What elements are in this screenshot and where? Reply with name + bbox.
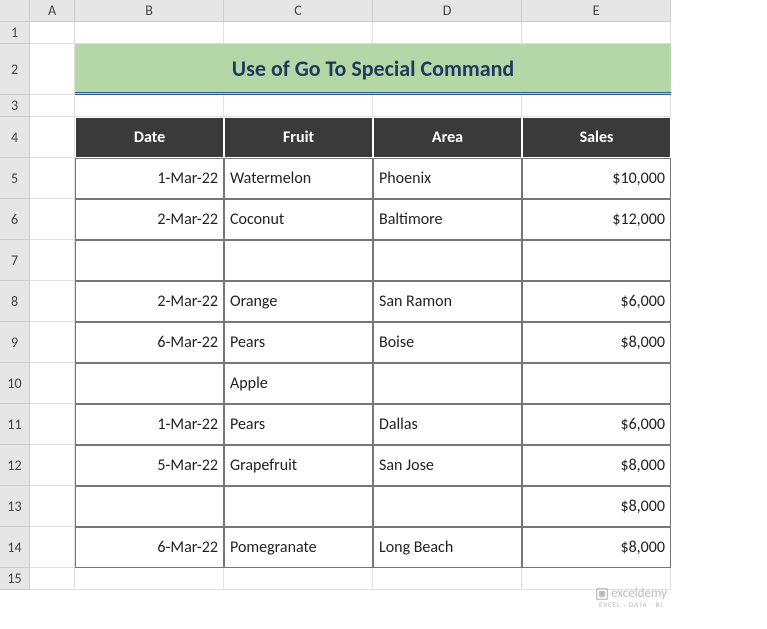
cell-date-7[interactable] — [75, 240, 224, 281]
watermark-tagline: EXCEL · DATA · BI — [595, 601, 667, 609]
row-header-5[interactable]: 5 — [0, 158, 30, 199]
col-header-e[interactable]: E — [522, 0, 671, 22]
cell-area-12[interactable]: San Jose — [373, 445, 522, 486]
row-header-11[interactable]: 11 — [0, 404, 30, 445]
row-header-13[interactable]: 13 — [0, 486, 30, 527]
cell-a3[interactable] — [30, 95, 75, 117]
table-header-area[interactable]: Area — [373, 117, 522, 158]
cell-fruit-12[interactable]: Grapefruit — [224, 445, 373, 486]
cell-a13[interactable] — [30, 486, 75, 527]
cell-date-10[interactable] — [75, 363, 224, 404]
table-header-fruit[interactable]: Fruit — [224, 117, 373, 158]
cell-sales-12[interactable]: $8,000 — [522, 445, 671, 486]
cell-area-13[interactable] — [373, 486, 522, 527]
cell-fruit-11[interactable]: Pears — [224, 404, 373, 445]
row-header-15[interactable]: 15 — [0, 568, 30, 590]
cell-a8[interactable] — [30, 281, 75, 322]
cell-a12[interactable] — [30, 445, 75, 486]
cell-date-13[interactable] — [75, 486, 224, 527]
watermark: exceldemy EXCEL · DATA · BI — [595, 587, 667, 609]
cell-date-6[interactable]: 2-Mar-22 — [75, 199, 224, 240]
cell-a1[interactable] — [30, 22, 75, 44]
cell-date-9[interactable]: 6-Mar-22 — [75, 322, 224, 363]
row-header-14[interactable]: 14 — [0, 527, 30, 568]
cell-date-8[interactable]: 2-Mar-22 — [75, 281, 224, 322]
cell-sales-8[interactable]: $6,000 — [522, 281, 671, 322]
row-header-3[interactable]: 3 — [0, 95, 30, 117]
cell-fruit-6[interactable]: Coconut — [224, 199, 373, 240]
cell-a6[interactable] — [30, 199, 75, 240]
select-all-corner[interactable] — [0, 0, 30, 22]
table-header-date[interactable]: Date — [75, 117, 224, 158]
spreadsheet-grid: A B C D E 1 2 Use of Go To Special Comma… — [0, 0, 767, 590]
cell-c1[interactable] — [224, 22, 373, 44]
title-banner[interactable]: Use of Go To Special Command — [75, 44, 671, 95]
cell-fruit-10[interactable]: Apple — [224, 363, 373, 404]
cell-a11[interactable] — [30, 404, 75, 445]
cell-sales-11[interactable]: $6,000 — [522, 404, 671, 445]
cell-a2[interactable] — [30, 44, 75, 95]
row-header-1[interactable]: 1 — [0, 22, 30, 44]
cell-area-7[interactable] — [373, 240, 522, 281]
cell-sales-9[interactable]: $8,000 — [522, 322, 671, 363]
cell-e3[interactable] — [522, 95, 671, 117]
cell-c15[interactable] — [224, 568, 373, 590]
row-header-9[interactable]: 9 — [0, 322, 30, 363]
cell-fruit-9[interactable]: Pears — [224, 322, 373, 363]
cell-sales-13[interactable]: $8,000 — [522, 486, 671, 527]
cell-fruit-14[interactable]: Pomegranate — [224, 527, 373, 568]
cell-fruit-5[interactable]: Watermelon — [224, 158, 373, 199]
row-header-10[interactable]: 10 — [0, 363, 30, 404]
cell-fruit-8[interactable]: Orange — [224, 281, 373, 322]
cell-sales-5[interactable]: $10,000 — [522, 158, 671, 199]
cell-e15[interactable] — [522, 568, 671, 590]
cell-c3[interactable] — [224, 95, 373, 117]
row-header-8[interactable]: 8 — [0, 281, 30, 322]
col-header-a[interactable]: A — [30, 0, 75, 22]
cell-area-6[interactable]: Baltimore — [373, 199, 522, 240]
cell-a15[interactable] — [30, 568, 75, 590]
cell-b15[interactable] — [75, 568, 224, 590]
cell-date-12[interactable]: 5-Mar-22 — [75, 445, 224, 486]
col-header-d[interactable]: D — [373, 0, 522, 22]
cell-area-14[interactable]: Long Beach — [373, 527, 522, 568]
cell-d15[interactable] — [373, 568, 522, 590]
cell-b1[interactable] — [75, 22, 224, 44]
cell-a10[interactable] — [30, 363, 75, 404]
row-header-7[interactable]: 7 — [0, 240, 30, 281]
cell-date-11[interactable]: 1-Mar-22 — [75, 404, 224, 445]
cell-area-11[interactable]: Dallas — [373, 404, 522, 445]
cell-sales-6[interactable]: $12,000 — [522, 199, 671, 240]
row-header-4[interactable]: 4 — [0, 117, 30, 158]
cell-sales-7[interactable] — [522, 240, 671, 281]
cell-e1[interactable] — [522, 22, 671, 44]
col-header-b[interactable]: B — [75, 0, 224, 22]
row-header-12[interactable]: 12 — [0, 445, 30, 486]
cell-a14[interactable] — [30, 527, 75, 568]
cell-sales-10[interactable] — [522, 363, 671, 404]
cell-area-8[interactable]: San Ramon — [373, 281, 522, 322]
cell-fruit-7[interactable] — [224, 240, 373, 281]
col-header-c[interactable]: C — [224, 0, 373, 22]
cell-a4[interactable] — [30, 117, 75, 158]
row-header-2[interactable]: 2 — [0, 44, 30, 95]
cell-a9[interactable] — [30, 322, 75, 363]
cell-d1[interactable] — [373, 22, 522, 44]
cell-sales-14[interactable]: $8,000 — [522, 527, 671, 568]
cell-area-9[interactable]: Boise — [373, 322, 522, 363]
cell-b3[interactable] — [75, 95, 224, 117]
table-header-sales[interactable]: Sales — [522, 117, 671, 158]
cell-d3[interactable] — [373, 95, 522, 117]
cell-a5[interactable] — [30, 158, 75, 199]
cell-fruit-13[interactable] — [224, 486, 373, 527]
row-header-6[interactable]: 6 — [0, 199, 30, 240]
cell-date-5[interactable]: 1-Mar-22 — [75, 158, 224, 199]
cell-date-14[interactable]: 6-Mar-22 — [75, 527, 224, 568]
cell-area-5[interactable]: Phoenix — [373, 158, 522, 199]
cell-area-10[interactable] — [373, 363, 522, 404]
cell-a7[interactable] — [30, 240, 75, 281]
